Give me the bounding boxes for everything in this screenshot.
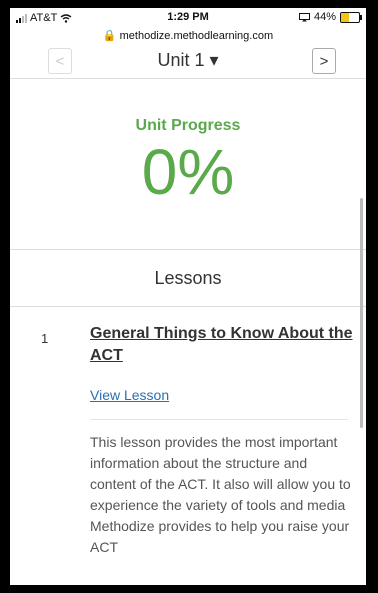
unit-progress-label: Unit Progress (135, 117, 241, 134)
lock-icon: 🔒 (102, 30, 117, 42)
view-lesson-link[interactable]: View Lesson (90, 387, 169, 403)
lessons-heading: Lessons (10, 250, 366, 307)
lesson-description: This lesson provides the most important … (90, 434, 351, 555)
chevron-right-icon: > (319, 52, 329, 70)
url-bar[interactable]: 🔒 methodize.methodlearning.com (10, 29, 366, 42)
battery-fill (341, 12, 349, 22)
unit-navigation: < Unit 1 ▾ > (10, 46, 366, 79)
lesson-divider (90, 419, 348, 420)
url-text: methodize.methodlearning.com (119, 30, 274, 42)
lesson-title[interactable]: General Things to Know About the ACT (90, 323, 354, 367)
unit-progress-value: 0% (141, 136, 235, 208)
battery-percent: 44% (313, 11, 336, 23)
battery-icon (340, 11, 362, 23)
status-bar: AT&T 1:29 PM 44% (10, 8, 366, 28)
next-unit-button[interactable]: > (312, 48, 336, 74)
screen-mirroring-icon (298, 12, 310, 21)
unit-progress-panel: Unit Progress 0% (10, 79, 366, 250)
status-right: 44% (298, 11, 362, 23)
page-content: < Unit 1 ▾ > Unit Progress 0% Lessons 1 … (10, 46, 366, 558)
lesson-number: 1 (41, 331, 49, 346)
page-scrollbar[interactable] (360, 198, 363, 428)
phone-screen: AT&T 1:29 PM 44% 🔒 methodize.methodlearn… (10, 8, 366, 585)
lesson-item: 1 General Things to Know About the ACT V… (10, 307, 366, 558)
